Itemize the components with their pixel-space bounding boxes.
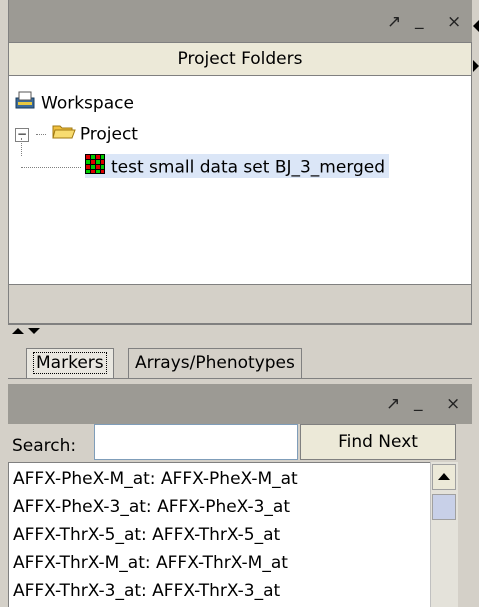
tree-item-label: Project [79, 124, 138, 145]
tab-arrays-phenotypes[interactable]: Arrays/Phenotypes [128, 348, 302, 379]
list-item[interactable]: AFFX-ThrX-M_at: AFFX-ThrX-M_at [13, 551, 288, 575]
maximize-icon[interactable]: ↗ [386, 394, 400, 414]
tab-markers[interactable]: Markers [26, 348, 114, 379]
search-label: Search: [12, 436, 77, 456]
list-item[interactable]: AFFX-ThrX-5_at: AFFX-ThrX-5_at [13, 523, 280, 547]
close-icon[interactable]: × [447, 12, 461, 32]
window-edge [472, 0, 479, 607]
scroll-up-button[interactable] [432, 464, 456, 490]
search-input[interactable] [94, 424, 298, 460]
project-tree[interactable]: Workspace − Project test small data set … [8, 76, 472, 284]
heatmap-icon [85, 154, 105, 181]
list-item[interactable]: AFFX-PheX-3_at: AFFX-PheX-3_at [13, 495, 290, 519]
maximize-icon[interactable]: ↗ [387, 12, 401, 32]
workspace-icon [15, 90, 37, 117]
tab-label: Markers [33, 352, 107, 374]
tree-item-label: Workspace [41, 93, 134, 114]
tab-label: Arrays/Phenotypes [135, 353, 295, 373]
tree-item-label: test small data set BJ_3_merged [111, 157, 386, 178]
list-item[interactable]: AFFX-ThrX-3_at: AFFX-ThrX-3_at [13, 579, 280, 603]
minimize-icon[interactable]: _ [414, 392, 423, 412]
minimize-icon[interactable]: _ [415, 10, 424, 30]
panel-header: Project Folders [8, 42, 472, 76]
tree-item-dataset[interactable]: test small data set BJ_3_merged [85, 154, 390, 181]
split-pane-divider[interactable] [8, 324, 472, 338]
tab-strip: Markers Arrays/Phenotypes [8, 338, 472, 380]
splitter-arrows-icon[interactable] [10, 326, 46, 336]
tree-item-workspace[interactable]: Workspace [15, 90, 134, 114]
status-bar [8, 284, 472, 324]
top-panel-titlebar: ↗ _ × [8, 0, 472, 42]
collapse-arrows-icon[interactable] [472, 18, 479, 78]
bottom-panel-titlebar: ↗ _ × [8, 384, 472, 424]
tree-item-project[interactable]: − Project [15, 122, 138, 146]
scroll-thumb[interactable] [432, 494, 456, 520]
arrow-up-icon [438, 473, 450, 480]
find-next-button[interactable]: Find Next [300, 424, 456, 460]
folder-open-icon [52, 122, 76, 147]
marker-list[interactable]: AFFX-PheX-M_at: AFFX-PheX-M_at AFFX-PheX… [8, 462, 430, 607]
list-item[interactable]: AFFX-PheX-M_at: AFFX-PheX-M_at [13, 467, 298, 491]
close-icon[interactable]: × [446, 394, 460, 414]
